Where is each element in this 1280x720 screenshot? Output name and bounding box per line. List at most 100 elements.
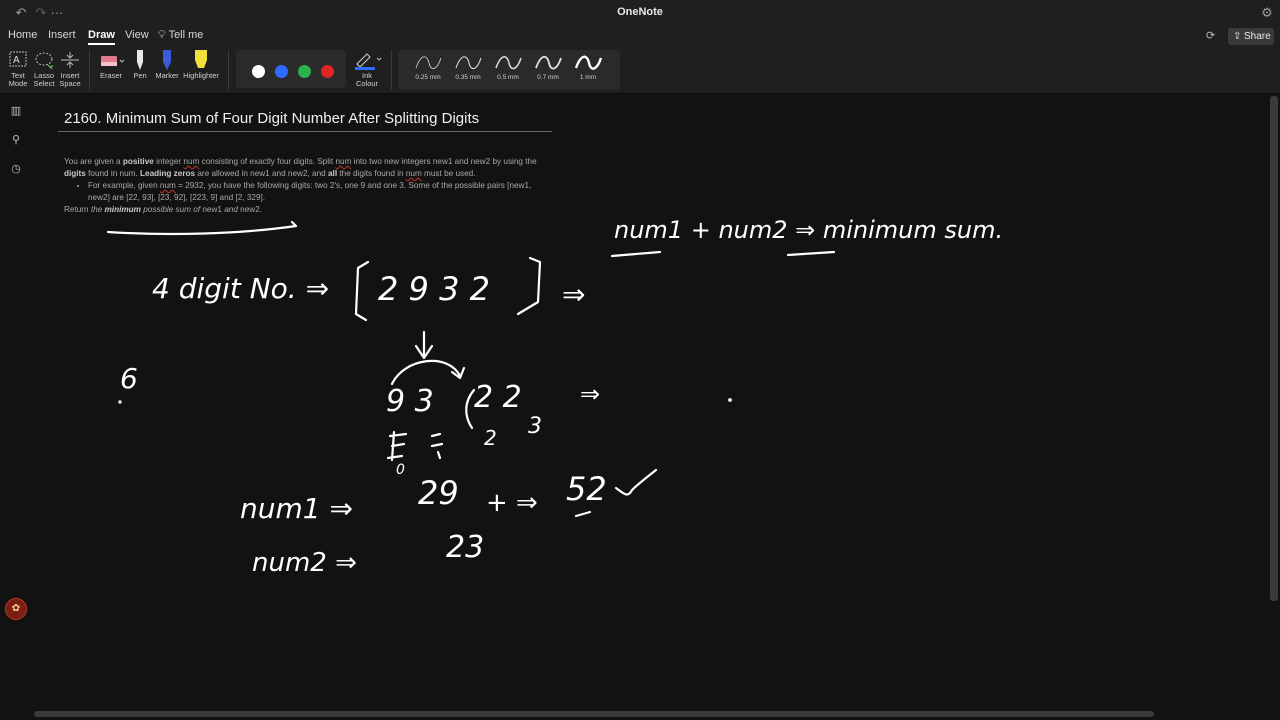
- text-mode-label: Text Mode: [8, 71, 28, 88]
- ink-index-a: 2: [484, 426, 497, 450]
- ink-color-swatches: [236, 50, 346, 88]
- text-mode-icon: A: [9, 51, 27, 67]
- ink-num2-value: 23: [446, 530, 485, 565]
- ribbon-separator: [391, 50, 392, 90]
- stroke-label: 0.7 mm: [537, 74, 559, 81]
- example-item: For example, given num = 2932, you have …: [88, 180, 550, 204]
- ink-underline-num1: [610, 250, 662, 258]
- ink-arrow: ⇒: [562, 278, 586, 311]
- stroke-label: 0.35 mm: [455, 74, 481, 81]
- text-run: new1: [202, 205, 222, 214]
- text-run: must be used.: [421, 169, 476, 178]
- horizontal-scrollbar[interactable]: [34, 711, 1154, 717]
- recent-icon[interactable]: ◷: [8, 161, 24, 177]
- ink-arrow-mid: ⇒: [580, 380, 601, 408]
- page-title[interactable]: 2160. Minimum Sum of Four Digit Number A…: [64, 110, 479, 127]
- text-run: num: [335, 157, 352, 166]
- text-run: Return: [64, 205, 91, 214]
- stroke-0-35mm[interactable]: 0.35 mm: [448, 52, 488, 81]
- pen-icon: [137, 50, 143, 70]
- stroke-icon: [535, 55, 562, 70]
- marker-button[interactable]: Marker: [154, 48, 180, 80]
- ink-colour-button[interactable]: Ink Colour: [350, 48, 384, 88]
- color-red-swatch[interactable]: [321, 65, 334, 78]
- insert-space-label: Insert Space: [59, 71, 81, 88]
- share-icon: ⇪: [1233, 31, 1242, 42]
- color-green-swatch[interactable]: [298, 65, 311, 78]
- draw-ribbon: A Text Mode Lasso Select Insert Space Er…: [0, 46, 1280, 94]
- stroke-thick-icon: [574, 55, 603, 70]
- text-run: all: [328, 169, 338, 178]
- ink-num1-value: 29: [418, 474, 459, 512]
- ink-colour-icon: [355, 53, 382, 70]
- eraser-button[interactable]: Eraser: [96, 48, 126, 80]
- ink-index-b: 3: [528, 414, 542, 439]
- text-run: are allowed in new1 and new2, and: [195, 169, 328, 178]
- tell-me-search[interactable]: 💡︎ Tell me: [158, 29, 203, 42]
- ink-strokes-layer: [106, 220, 836, 518]
- ink-sorted-high: 9 3: [386, 384, 434, 419]
- text-run: into two new integers new1 and new2 by u…: [351, 157, 537, 166]
- app-title: OneNote: [617, 6, 663, 18]
- avatar[interactable]: ✿: [5, 598, 27, 620]
- text-run: the digits found in: [337, 169, 406, 178]
- text-run: You are given a: [64, 157, 123, 166]
- ink-bracket-left: [354, 260, 370, 322]
- sync-icon[interactable]: ⟳: [1206, 29, 1215, 42]
- tab-draw[interactable]: Draw: [88, 29, 115, 45]
- ink-sum-value: 52: [566, 470, 607, 508]
- lightbulb-icon: 💡︎: [158, 29, 166, 41]
- ink-dot: [118, 400, 122, 404]
- ink-colour-label: Ink Colour: [355, 71, 379, 88]
- stroke-label: 0.5 mm: [497, 74, 519, 81]
- ink-plus-arrow: + ⇒: [486, 488, 538, 518]
- text-run: num: [183, 157, 200, 166]
- return-line: Return the minimum possible sum of new1 …: [64, 204, 550, 216]
- ink-equation-top: num1 + num2 ⇒ minimum sum.: [614, 216, 1004, 244]
- marker-icon: [163, 50, 171, 70]
- pen-label: Pen: [133, 71, 147, 80]
- notebooks-icon[interactable]: ▥: [8, 103, 24, 119]
- tab-insert[interactable]: Insert: [48, 29, 76, 41]
- stroke-label: 1 mm: [579, 74, 597, 81]
- ink-paren: [465, 388, 476, 430]
- ink-down-arrow: [414, 330, 434, 360]
- text-run: possible sum of: [140, 205, 203, 214]
- stroke-0-25mm[interactable]: 0.25 mm: [408, 52, 448, 81]
- ink-bracket-right: [516, 256, 542, 316]
- insert-space-icon: [61, 52, 79, 68]
- ribbon-separator: [228, 50, 229, 90]
- eraser-label: Eraser: [99, 71, 123, 80]
- share-label: Share: [1244, 31, 1271, 42]
- stroke-1mm[interactable]: 1 mm: [568, 52, 608, 81]
- problem-statement[interactable]: You are given a positive integer num con…: [64, 156, 550, 216]
- lasso-select-label: Lasso Select: [33, 71, 55, 88]
- ink-zero: 0: [396, 462, 405, 478]
- text-run: positive: [122, 157, 154, 166]
- vertical-scrollbar[interactable]: [1270, 96, 1278, 601]
- search-icon[interactable]: ⚲: [8, 132, 24, 148]
- tab-view[interactable]: View: [125, 29, 149, 41]
- text-mode-button[interactable]: A Text Mode: [5, 48, 31, 88]
- text-run: num: [159, 181, 176, 190]
- notifications-icon[interactable]: ⚙: [1258, 4, 1276, 22]
- marker-label: Marker: [155, 71, 179, 80]
- svg-text:A: A: [13, 55, 20, 66]
- insert-space-button[interactable]: Insert Space: [57, 48, 83, 88]
- text-run: found in num.: [85, 169, 141, 178]
- ink-index-marks-a: [386, 430, 408, 462]
- problem-paragraph: You are given a positive integer num con…: [64, 156, 550, 180]
- share-button[interactable]: ⇪ Share: [1228, 28, 1274, 45]
- ink-underline-return: [106, 220, 298, 236]
- text-run: num: [405, 169, 422, 178]
- color-white-swatch[interactable]: [252, 65, 265, 78]
- stroke-0-7mm[interactable]: 0.7 mm: [528, 52, 568, 81]
- tab-home[interactable]: Home: [8, 29, 37, 41]
- stroke-0-5mm[interactable]: 0.5 mm: [488, 52, 528, 81]
- text-run: and: [221, 205, 241, 214]
- pen-button[interactable]: Pen: [130, 48, 150, 80]
- title-bar: ↶ ↷ ··· OneNote ⚙: [0, 0, 1280, 26]
- highlighter-button[interactable]: Highlighter: [182, 48, 220, 80]
- lasso-select-button[interactable]: Lasso Select: [31, 48, 57, 88]
- color-blue-swatch[interactable]: [275, 65, 288, 78]
